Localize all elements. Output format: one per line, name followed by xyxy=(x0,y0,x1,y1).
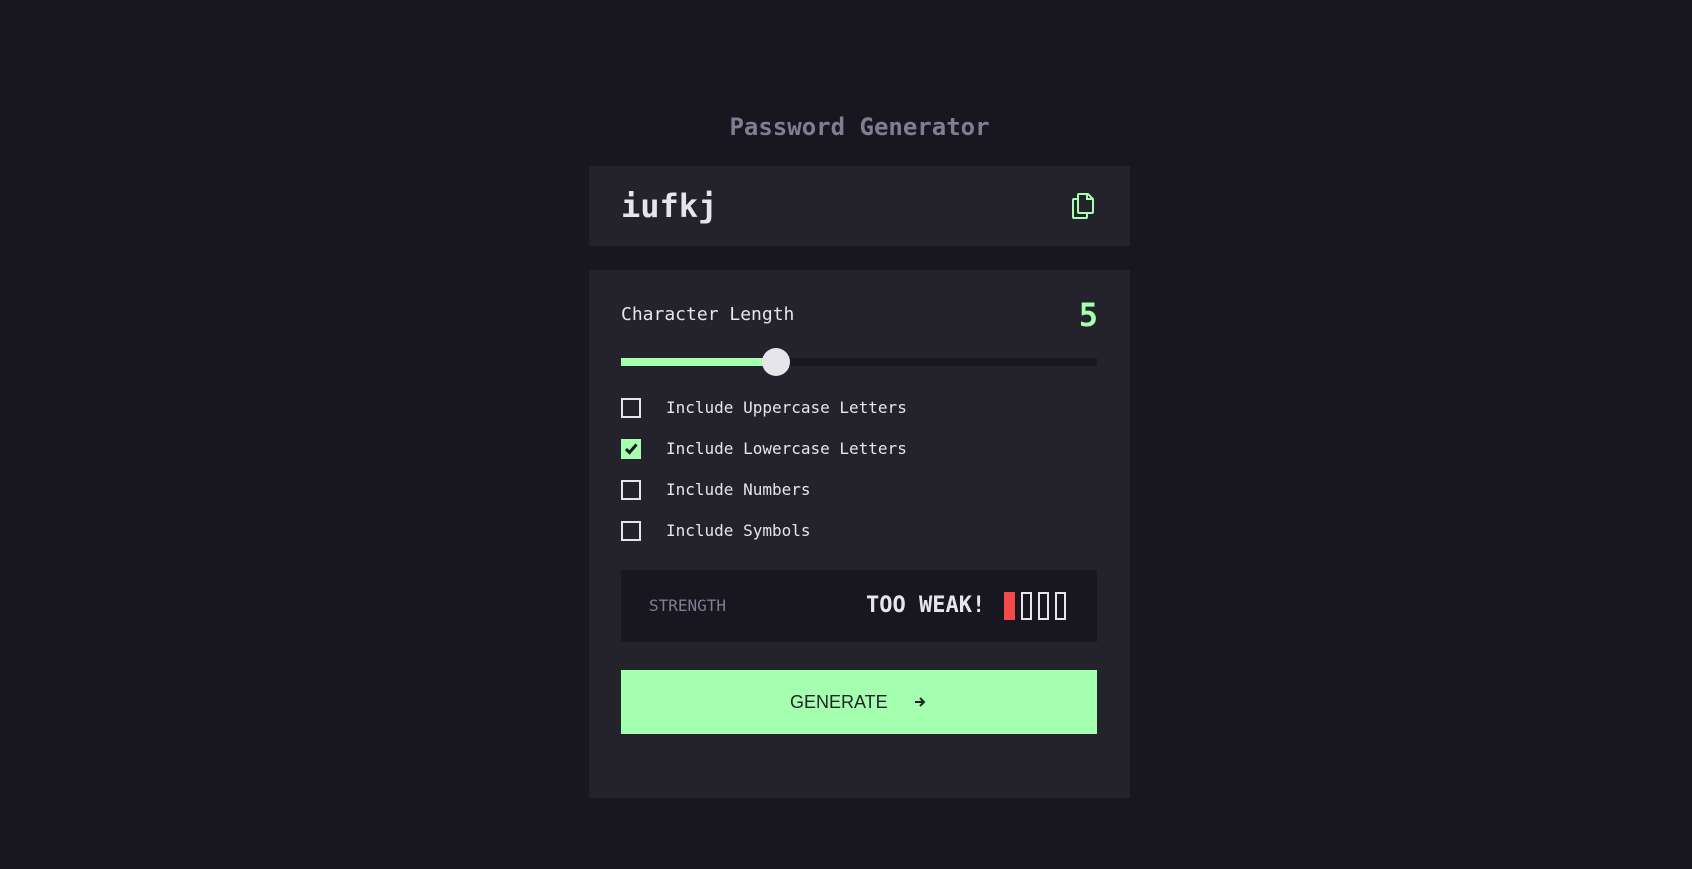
generate-label: GENERATE xyxy=(790,692,888,712)
strength-meter: STRENGTH TOO WEAK! xyxy=(621,570,1097,642)
copy-button[interactable] xyxy=(1072,193,1098,219)
symbols-checkbox[interactable] xyxy=(621,521,641,541)
strength-bar xyxy=(1055,592,1066,620)
strength-bar xyxy=(1038,592,1049,620)
uppercase-checkbox[interactable] xyxy=(621,398,641,418)
character-length-value: 5 xyxy=(1078,296,1098,334)
generated-password: iufkj xyxy=(621,187,718,225)
slider-thumb[interactable] xyxy=(761,348,790,376)
page-title: Password Generator xyxy=(729,113,990,141)
lowercase-checkbox[interactable] xyxy=(621,439,641,459)
generate-button[interactable]: GENERATE xyxy=(621,670,1097,734)
slider-fill xyxy=(621,358,776,366)
option-lowercase[interactable]: Include Lowercase Letters xyxy=(621,439,1097,459)
numbers-checkbox[interactable] xyxy=(621,480,641,500)
copy-icon xyxy=(1072,193,1094,219)
option-symbols[interactable]: Include Symbols xyxy=(621,521,1097,541)
option-label: Include Lowercase Letters xyxy=(666,439,907,458)
strength-bar xyxy=(1004,592,1015,620)
option-label: Include Uppercase Letters xyxy=(666,398,907,417)
option-label: Include Symbols xyxy=(666,521,811,540)
option-label: Include Numbers xyxy=(666,480,811,499)
option-numbers[interactable]: Include Numbers xyxy=(621,480,1097,500)
password-output-panel: iufkj xyxy=(589,166,1130,246)
character-length-label: Character Length xyxy=(621,304,795,325)
option-uppercase[interactable]: Include Uppercase Letters xyxy=(621,398,1097,418)
strength-bar xyxy=(1021,592,1032,620)
strength-rating: TOO WEAK! xyxy=(866,593,986,618)
checkmark-icon xyxy=(624,443,638,455)
settings-panel: Character Length 5 Include Uppercase Let… xyxy=(589,270,1130,798)
arrow-right-icon xyxy=(915,697,926,707)
strength-label: STRENGTH xyxy=(649,596,727,615)
length-slider[interactable] xyxy=(621,348,1097,376)
